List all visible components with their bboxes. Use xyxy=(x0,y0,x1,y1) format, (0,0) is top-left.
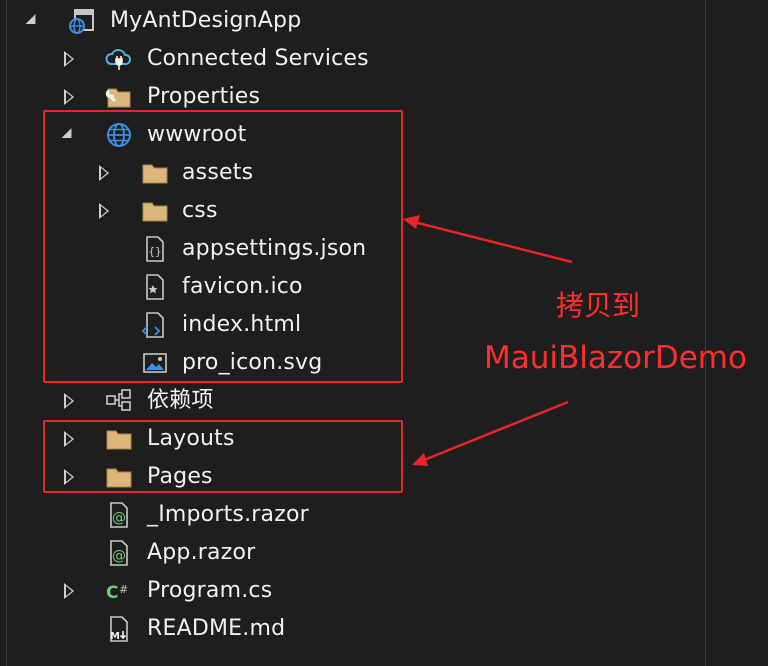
tree-label: Connected Services xyxy=(147,46,369,71)
tree-label: 依赖项 xyxy=(147,388,214,413)
properties-folder-icon xyxy=(105,83,133,111)
tree-row-dependencies[interactable]: 依赖项 xyxy=(0,382,700,420)
tree-label: _Imports.razor xyxy=(147,502,309,527)
annotation-target-project: MauiBlazorDemo xyxy=(484,340,747,376)
markdown-file-icon: M xyxy=(105,615,133,643)
tree-label: README.md xyxy=(147,616,286,641)
tree-row-readme[interactable]: M README.md xyxy=(0,610,700,648)
connected-services-icon xyxy=(105,45,133,73)
razor-file-icon: @ xyxy=(105,501,133,529)
panel-divider-right xyxy=(705,0,706,666)
expand-arrow-icon[interactable] xyxy=(58,382,80,420)
tree-label: App.razor xyxy=(147,540,256,565)
tree-label-project: MyAntDesignApp xyxy=(110,8,302,33)
highlight-box-wwwroot xyxy=(43,110,403,383)
web-project-icon xyxy=(68,7,96,35)
tree-row-project[interactable]: MyAntDesignApp xyxy=(0,2,700,40)
tree-row-imports-razor[interactable]: @ _Imports.razor xyxy=(0,496,700,534)
tree-row-program-cs[interactable]: C # Program.cs xyxy=(0,572,700,610)
tree-label: Program.cs xyxy=(147,578,273,603)
tree-row-connected-services[interactable]: Connected Services xyxy=(0,40,700,78)
svg-text:C: C xyxy=(106,583,118,603)
svg-text:@: @ xyxy=(112,510,126,526)
svg-text:M: M xyxy=(110,631,120,642)
tree-row-app-razor[interactable]: @ App.razor xyxy=(0,534,700,572)
expand-arrow-icon[interactable] xyxy=(58,572,80,610)
dependencies-icon xyxy=(105,387,133,415)
svg-text:@: @ xyxy=(112,548,126,564)
collapse-arrow-icon[interactable] xyxy=(22,2,44,40)
expand-arrow-icon[interactable] xyxy=(58,40,80,78)
annotation-copy-to: 拷贝到 xyxy=(556,289,641,322)
razor-file-icon: @ xyxy=(105,539,133,567)
svg-text:#: # xyxy=(119,583,128,596)
highlight-box-layouts-pages xyxy=(43,420,403,493)
csharp-file-icon: C # xyxy=(105,577,133,605)
